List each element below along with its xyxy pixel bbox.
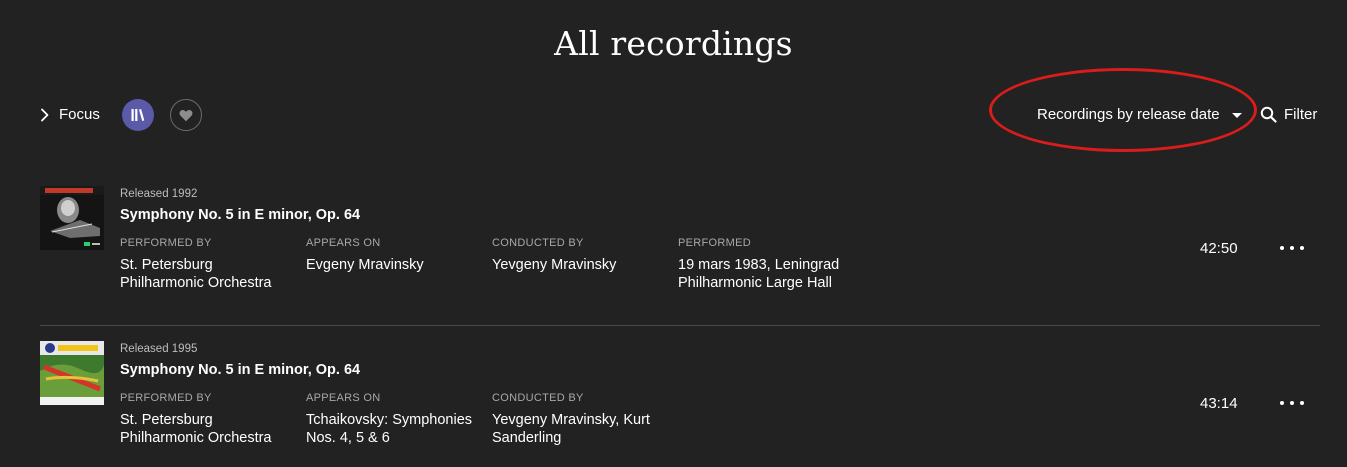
performed-column: PERFORMED 19 mars 1983, Leningrad Philha… xyxy=(678,237,853,292)
sort-dropdown[interactable]: Recordings by release date xyxy=(1037,106,1242,123)
performed-by-value[interactable]: St. Petersburg Philharmonic Orchestra xyxy=(120,411,295,447)
performed-by-label: PERFORMED BY xyxy=(120,237,212,249)
appears-on-value[interactable]: Evgeny Mravinsky xyxy=(306,256,481,274)
caret-down-icon xyxy=(1231,113,1242,118)
work-title[interactable]: Symphony No. 5 in E minor, Op. 64 xyxy=(120,362,360,378)
more-icon xyxy=(1280,401,1284,405)
album-cover[interactable] xyxy=(40,186,104,250)
more-options-button[interactable] xyxy=(1280,238,1304,258)
recording-row[interactable]: Released 1995 Symphony No. 5 in E minor,… xyxy=(40,341,1320,467)
chevron-right-icon xyxy=(41,108,49,121)
album-cover[interactable] xyxy=(40,341,104,405)
conducted-by-label: CONDUCTED BY xyxy=(492,237,584,249)
appears-on-column: APPEARS ON Evgeny Mravinsky xyxy=(306,237,481,274)
conducted-by-column: CONDUCTED BY Yevgeny Mravinsky, Kurt San… xyxy=(492,392,667,447)
conducted-by-label: CONDUCTED BY xyxy=(492,392,584,404)
focus-toggle[interactable]: Focus xyxy=(40,106,100,123)
library-icon xyxy=(131,109,145,121)
duration: 43:14 xyxy=(1200,395,1238,412)
appears-on-label: APPEARS ON xyxy=(306,237,381,249)
heart-icon xyxy=(179,109,193,121)
library-button[interactable] xyxy=(122,99,154,131)
appears-on-value[interactable]: Tchaikovsky: Symphonies Nos. 4, 5 & 6 xyxy=(306,411,481,447)
filter-label: Filter xyxy=(1284,106,1318,123)
page: All recordings Focus Recordings by relea… xyxy=(0,0,1347,467)
performed-label: PERFORMED xyxy=(678,237,751,249)
sort-label: Recordings by release date xyxy=(1037,106,1220,123)
appears-on-label: APPEARS ON xyxy=(306,392,381,404)
performed-value: 19 mars 1983, Leningrad Philharmonic Lar… xyxy=(678,257,840,291)
album-cover-image xyxy=(40,186,104,250)
performed-by-label: PERFORMED BY xyxy=(120,392,212,404)
appears-on-column: APPEARS ON Tchaikovsky: Symphonies Nos. … xyxy=(306,392,481,447)
performed-by-column: PERFORMED BY St. Petersburg Philharmonic… xyxy=(120,237,295,292)
recording-row[interactable]: Released 1992 Symphony No. 5 in E minor,… xyxy=(40,186,1320,326)
filter-button[interactable]: Filter xyxy=(1260,106,1317,123)
more-options-button[interactable] xyxy=(1280,393,1304,413)
conducted-by-value[interactable]: Yevgeny Mravinsky xyxy=(492,256,667,274)
search-icon xyxy=(1260,106,1277,123)
performed-by-column: PERFORMED BY St. Petersburg Philharmonic… xyxy=(120,392,295,447)
favorites-button[interactable] xyxy=(170,99,202,131)
work-title[interactable]: Symphony No. 5 in E minor, Op. 64 xyxy=(120,207,360,223)
toolbar: Focus Recordings by release date Filter xyxy=(40,68,1320,152)
conducted-by-column: CONDUCTED BY Yevgeny Mravinsky xyxy=(492,237,667,274)
more-icon xyxy=(1280,246,1284,250)
conducted-by-value[interactable]: Yevgeny Mravinsky, Kurt Sanderling xyxy=(492,411,667,447)
release-year: Released 1992 xyxy=(120,188,198,200)
album-cover-image xyxy=(40,341,104,405)
duration: 42:50 xyxy=(1200,240,1238,257)
focus-label: Focus xyxy=(59,106,100,123)
page-title: All recordings xyxy=(554,24,793,63)
release-year: Released 1995 xyxy=(120,343,198,355)
performed-by-value[interactable]: St. Petersburg Philharmonic Orchestra xyxy=(120,256,295,292)
